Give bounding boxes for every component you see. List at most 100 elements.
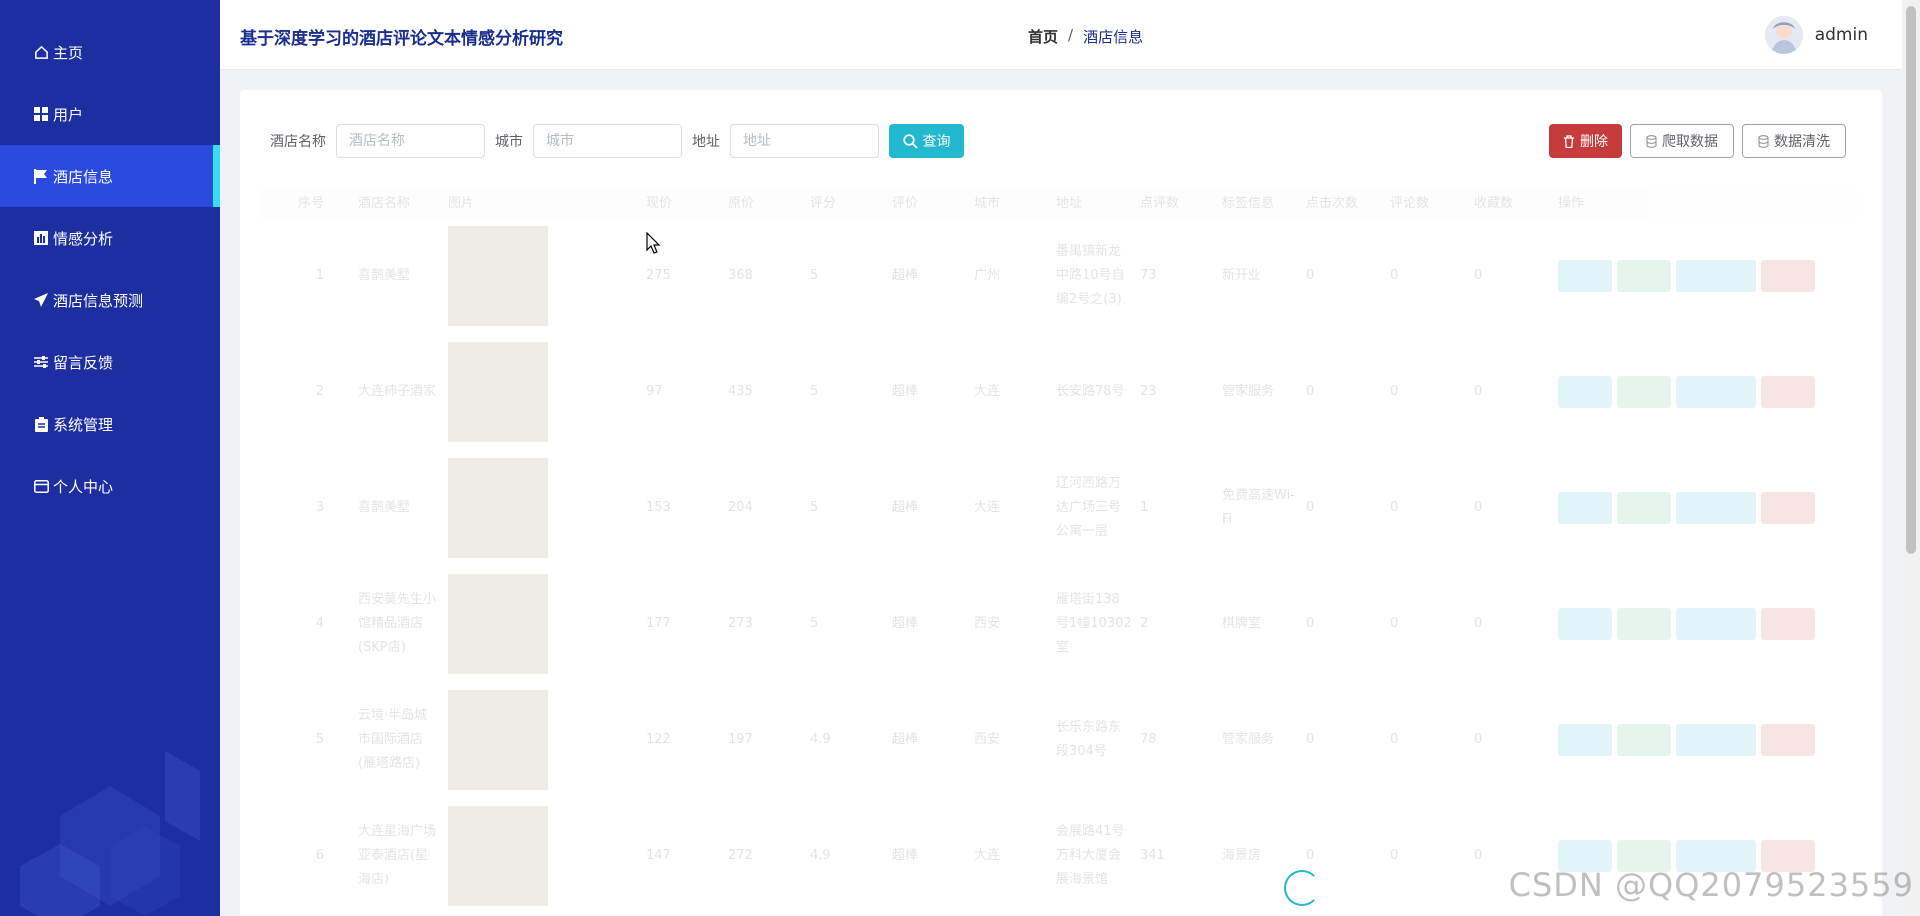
edit-button[interactable]: [1617, 376, 1671, 408]
cell-eval: 超棒: [892, 848, 919, 863]
cell-eval: 超棒: [892, 732, 919, 747]
sidebar-decoration: [20, 751, 200, 916]
hotel-photo[interactable]: [448, 690, 548, 790]
breadcrumb-current: 酒店信息: [1083, 28, 1144, 46]
row-delete-button[interactable]: [1761, 608, 1815, 640]
comment-button[interactable]: [1676, 608, 1756, 640]
hotel-photo[interactable]: [448, 226, 548, 326]
hotel-image: [444, 806, 642, 906]
sidebar-item-label: 留言反馈: [53, 353, 114, 372]
address-input[interactable]: [730, 124, 879, 158]
hotel-photo[interactable]: [448, 342, 548, 442]
cell-eval: 超棒: [892, 268, 919, 283]
view-button[interactable]: [1558, 608, 1612, 640]
cell-addr: 会展路41号万科大厦会展海景馆: [1056, 824, 1125, 887]
cell-clicks: 0: [1306, 384, 1315, 399]
row-actions: [1554, 376, 1844, 408]
column-header[interactable]: 酒店名称: [354, 192, 444, 216]
column-header[interactable]: 原价: [724, 192, 806, 216]
sidebar-item-home[interactable]: 主页: [0, 21, 220, 83]
comment-button[interactable]: [1676, 724, 1756, 756]
row-delete-button[interactable]: [1761, 376, 1815, 408]
table-row[interactable]: 1 喜鹊美墅 275 368 5 超棒 广州 番禺镇新龙中路10号自编2号之(3) 73 新开业 0…: [260, 218, 1862, 334]
row-actions: [1554, 724, 1844, 756]
table-row[interactable]: 4 西安莫先生小馆精品酒店(SKP店) 177 273 5 超棒 西安 雁塔街138号1幢10…: [260, 566, 1862, 682]
cell-idx: 3: [315, 500, 324, 515]
column-header[interactable]: 现价: [642, 192, 724, 216]
comment-button[interactable]: [1676, 260, 1756, 292]
search-icon: [902, 133, 918, 149]
sidebar-item-hotel-info[interactable]: 酒店信息: [0, 145, 220, 207]
page-scrollbar[interactable]: [1902, 0, 1920, 916]
cell-favs: 0: [1474, 384, 1483, 399]
cell-name: 喜鹊美墅: [358, 500, 411, 515]
edit-button[interactable]: [1617, 260, 1671, 292]
cell-clicks: 0: [1306, 268, 1315, 283]
hotel-photo[interactable]: [448, 458, 548, 558]
cell-orig: 272: [728, 848, 753, 863]
column-header[interactable]: 城市: [970, 192, 1052, 216]
view-button[interactable]: [1558, 492, 1612, 524]
cell-score: 4.9: [810, 732, 831, 747]
chart-icon: [33, 230, 49, 246]
hotel-photo[interactable]: [448, 574, 548, 674]
hotel-photo[interactable]: [448, 806, 548, 906]
hotel-name-input[interactable]: [336, 124, 485, 158]
cell-comments: 0: [1390, 616, 1399, 631]
cell-orig: 273: [728, 616, 753, 631]
crawl-data-button[interactable]: 爬取数据: [1630, 124, 1734, 158]
cell-orig: 204: [728, 500, 753, 515]
cell-score: 5: [810, 616, 819, 631]
row-delete-button[interactable]: [1761, 492, 1815, 524]
cell-idx: 2: [315, 384, 324, 399]
comment-button[interactable]: [1676, 376, 1756, 408]
edit-button[interactable]: [1617, 724, 1671, 756]
query-button[interactable]: 查询: [889, 124, 964, 158]
table-toolbar: 删除 爬取数据 数据清洗: [1541, 124, 1846, 158]
table-row[interactable]: 2 大连柿子酒家 97 435 5 超棒 大连 长安路78号 23 管家服务 0 0 0: [260, 334, 1862, 450]
clipboard-icon: [33, 416, 49, 432]
cell-comments: 0: [1390, 384, 1399, 399]
cell-clicks: 0: [1306, 500, 1315, 515]
sidebar-item-sentiment[interactable]: 情感分析: [0, 207, 220, 269]
view-button[interactable]: [1558, 376, 1612, 408]
data-clean-button[interactable]: 数据清洗: [1742, 124, 1846, 158]
comment-button[interactable]: [1676, 492, 1756, 524]
row-delete-button[interactable]: [1761, 724, 1815, 756]
cell-clicks: 0: [1306, 848, 1315, 863]
user-menu[interactable]: admin: [1764, 16, 1868, 54]
edit-button[interactable]: [1617, 492, 1671, 524]
avatar[interactable]: [1764, 16, 1803, 54]
delete-button[interactable]: 删除: [1549, 124, 1622, 158]
cell-city: 大连: [974, 500, 1001, 515]
breadcrumb-home[interactable]: 首页: [1028, 26, 1058, 47]
cell-city: 广州: [974, 268, 1001, 283]
row-delete-button[interactable]: [1761, 260, 1815, 292]
sidebar-item-system[interactable]: 系统管理: [0, 393, 220, 455]
table-row[interactable]: 5 云境·半岛城市国际酒店(雁塔路店) 122 197 4.9 超棒 西安 长乐东路东段304…: [260, 682, 1862, 798]
cell-addr: 番禺镇新龙中路10号自编2号之(3): [1056, 244, 1125, 307]
cell-favs: 0: [1474, 616, 1483, 631]
sidebar-item-users[interactable]: 用户: [0, 83, 220, 145]
sidebar-item-profile[interactable]: 个人中心: [0, 455, 220, 517]
city-input[interactable]: [533, 124, 682, 158]
table-row[interactable]: 3 喜鹊美墅 153 204 5 超棒 大连 辽河西路万达广场三号公寓一层 1 免费高速Wi-Fi…: [260, 450, 1862, 566]
edit-button[interactable]: [1617, 608, 1671, 640]
column-header[interactable]: 评价: [888, 192, 970, 216]
sidebar-item-label: 系统管理: [53, 415, 114, 434]
sidebar-item-prediction[interactable]: 酒店信息预测: [0, 269, 220, 331]
column-header[interactable]: 评分: [806, 192, 888, 216]
sidebar-item-feedback[interactable]: 留言反馈: [0, 331, 220, 393]
row-actions: [1554, 260, 1844, 292]
scrollbar-thumb[interactable]: [1906, 6, 1916, 554]
view-button[interactable]: [1558, 724, 1612, 756]
watermark: CSDN @QQ2079523559: [1508, 866, 1914, 904]
cell-idx: 4: [315, 616, 324, 631]
trash-icon: [1563, 134, 1575, 148]
column-header[interactable]: 序号: [260, 192, 354, 216]
sidebar-item-label: 酒店信息: [53, 167, 114, 186]
cell-name: 西安莫先生小馆精品酒店(SKP店): [358, 592, 437, 655]
view-button[interactable]: [1558, 260, 1612, 292]
cell-favs: 0: [1474, 732, 1483, 747]
data-clean-button-label: 数据清洗: [1774, 134, 1830, 150]
